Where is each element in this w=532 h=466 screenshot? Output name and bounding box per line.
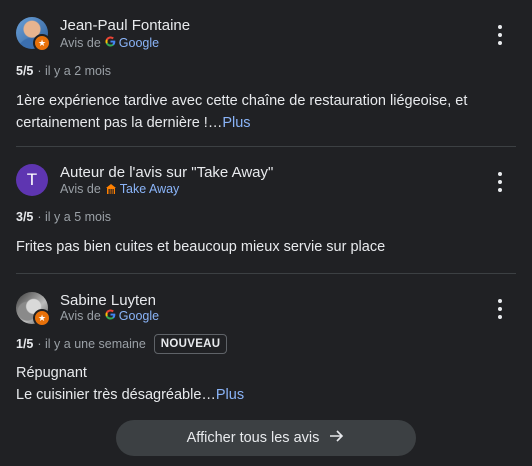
review-meta: 1/5 · il y a une semaine NOUVEAU — [16, 334, 228, 354]
review-source: Avis de Google — [60, 36, 159, 50]
more-options-button[interactable] — [492, 25, 508, 45]
dot-icon — [498, 307, 502, 311]
source-prefix: Avis de — [60, 36, 101, 50]
rating: 1/5 — [16, 337, 34, 351]
review-text-line: Répugnant — [16, 365, 87, 381]
review-time: · il y a une semaine — [37, 337, 146, 351]
dot-icon — [498, 315, 502, 319]
divider — [16, 146, 516, 147]
rating: 5/5 — [16, 64, 34, 78]
read-more-link[interactable]: Plus — [216, 387, 244, 403]
avatar[interactable]: ★ — [16, 17, 51, 52]
read-more-link[interactable]: Plus — [222, 115, 250, 131]
more-options-button[interactable] — [492, 299, 508, 319]
review-meta: 5/5 · il y a 2 mois — [16, 64, 111, 78]
reviews-panel: ★ Jean-Paul Fontaine Avis de Google 5/5 … — [0, 0, 532, 466]
review-text: Répugnant Le cuisinier très désagréable…… — [16, 362, 476, 406]
show-all-reviews-button[interactable]: Afficher tous les avis — [116, 420, 416, 456]
review-source: Avis de Google — [60, 309, 159, 323]
divider — [16, 273, 516, 274]
takeaway-house-icon — [105, 183, 117, 195]
dot-icon — [498, 25, 502, 29]
avatar-letter: T — [16, 164, 48, 196]
dot-icon — [498, 188, 502, 192]
local-guide-star-icon: ★ — [33, 34, 51, 52]
source-prefix: Avis de — [60, 182, 101, 196]
rating: 3/5 — [16, 210, 34, 224]
dot-icon — [498, 33, 502, 37]
review-source: Avis de Take Away — [60, 182, 179, 196]
avatar[interactable]: ★ — [16, 292, 51, 327]
google-g-icon — [105, 36, 116, 50]
reviewer-name[interactable]: Sabine Luyten — [60, 292, 156, 309]
review-text-line-2: Le cuisinier très désagréable…Plus — [16, 384, 476, 406]
dot-icon — [498, 41, 502, 45]
review-text: 1ère expérience tardive avec cette chaîn… — [16, 90, 476, 134]
avatar[interactable]: T — [16, 164, 48, 196]
arrow-right-icon — [329, 429, 345, 448]
source-name[interactable]: Google — [119, 309, 159, 323]
reviewer-name[interactable]: Auteur de l'avis sur "Take Away" — [60, 164, 273, 181]
review-time: · il y a 5 mois — [37, 210, 112, 224]
new-badge: NOUVEAU — [153, 334, 228, 354]
google-g-icon — [105, 309, 116, 323]
review-text-body: Le cuisinier très désagréable… — [16, 387, 216, 403]
more-options-button[interactable] — [492, 172, 508, 192]
review-time: · il y a 2 mois — [37, 64, 112, 78]
show-all-label: Afficher tous les avis — [186, 430, 320, 446]
source-prefix: Avis de — [60, 309, 101, 323]
source-name[interactable]: Take Away — [120, 182, 180, 196]
reviewer-name[interactable]: Jean-Paul Fontaine — [60, 17, 190, 34]
dot-icon — [498, 299, 502, 303]
review-meta: 3/5 · il y a 5 mois — [16, 210, 111, 224]
review-text: Frites pas bien cuites et beaucoup mieux… — [16, 239, 386, 255]
dot-icon — [498, 172, 502, 176]
dot-icon — [498, 180, 502, 184]
source-name[interactable]: Google — [119, 36, 159, 50]
local-guide-star-icon: ★ — [33, 309, 51, 327]
